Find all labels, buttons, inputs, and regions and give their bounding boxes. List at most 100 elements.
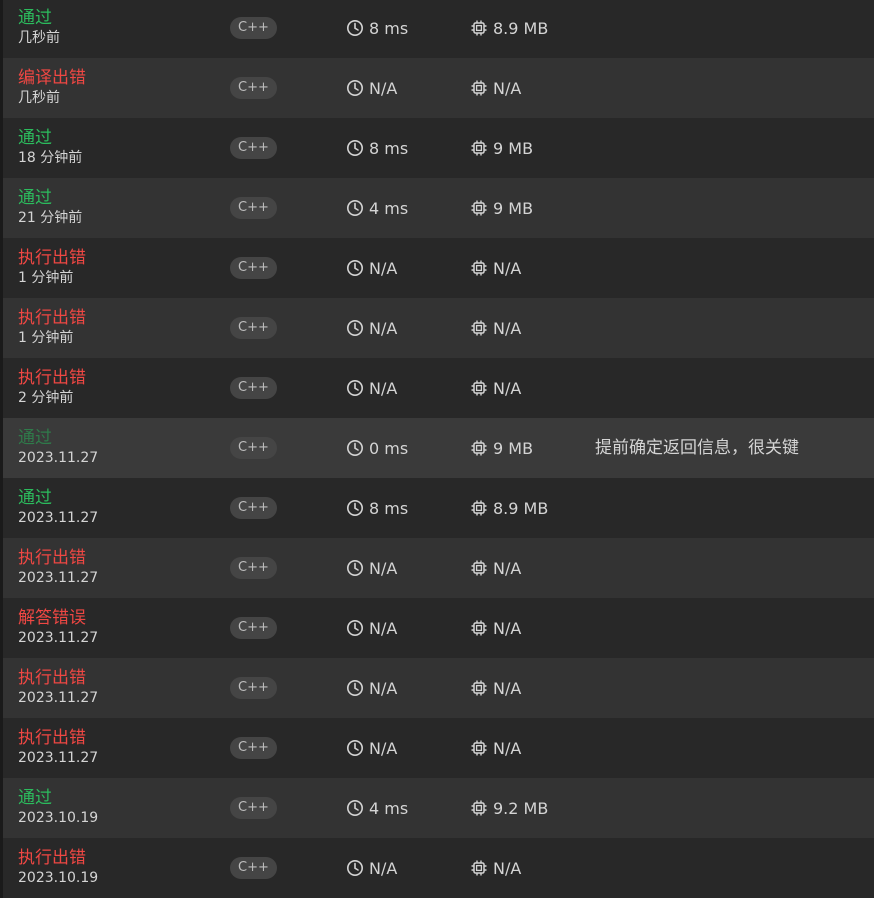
submitted-time: 2023.11.27 [18,630,99,646]
status-label[interactable]: 通过 [18,187,218,209]
memory-cell: N/A [470,317,521,339]
clock-icon [347,680,363,696]
status-cell[interactable]: 执行出错 2023.11.27 [18,667,218,707]
submission-row[interactable]: 执行出错 2023.11.27 C++ N/A N/A [3,718,874,778]
runtime-cell: N/A [346,257,397,279]
status-label[interactable]: 执行出错 [18,247,218,269]
submission-row[interactable]: 通过 2023.10.19 C++ 4 ms 9.2 MB [3,778,874,838]
clock-icon [347,860,363,876]
submission-row[interactable]: 通过 几秒前 C++ 8 ms 8.9 MB [3,0,874,58]
clock-icon [347,80,363,96]
clock-icon [347,740,363,756]
status-label[interactable]: 通过 [18,487,218,509]
language-badge: C++ [230,797,277,819]
status-cell[interactable]: 编译出错 几秒前 [18,67,218,107]
submission-note[interactable]: 提前确定返回信息，很关键 [595,437,799,459]
submission-row[interactable]: 执行出错 2 分钟前 C++ N/A N/A [3,358,874,418]
status-label[interactable]: 执行出错 [18,667,218,689]
memory-value: N/A [493,318,522,338]
cpu-icon [471,680,487,696]
submission-row[interactable]: 解答错误 2023.11.27 C++ N/A N/A [3,598,874,658]
status-label[interactable]: 执行出错 [18,727,218,749]
status-label[interactable]: 编译出错 [18,67,218,89]
status-cell[interactable]: 通过 2023.11.27 [18,487,218,527]
memory-cell: N/A [470,77,521,99]
cpu-icon [471,620,487,636]
cpu-icon [471,500,487,516]
status-cell[interactable]: 执行出错 2023.10.19 [18,847,218,887]
memory-cell: N/A [470,617,521,639]
submission-row[interactable]: 通过 21 分钟前 C++ 4 ms 9 MB [3,178,874,238]
memory-cell: 9 MB [470,197,533,219]
submitted-time: 2023.11.27 [18,570,99,586]
status-cell[interactable]: 通过 21 分钟前 [18,187,218,227]
runtime-value: N/A [369,258,398,278]
runtime-value: N/A [369,378,398,398]
submission-row[interactable]: 通过 2023.11.27 C++ 8 ms 8.9 MB [3,478,874,538]
status-label[interactable]: 解答错误 [18,607,218,629]
runtime-cell: N/A [346,317,397,339]
cpu-icon [471,260,487,276]
runtime-value: 0 ms [369,438,409,458]
status-cell[interactable]: 执行出错 1 分钟前 [18,247,218,287]
cpu-icon [471,140,487,156]
memory-value: N/A [493,858,522,878]
clock-icon [347,440,363,456]
memory-cell: 8.9 MB [470,497,548,519]
runtime-value: N/A [369,738,398,758]
submission-row[interactable]: 执行出错 2023.11.27 C++ N/A N/A [3,658,874,718]
status-cell[interactable]: 执行出错 1 分钟前 [18,307,218,347]
memory-value: 8.9 MB [493,18,549,38]
status-label[interactable]: 通过 [18,787,218,809]
submitted-time: 几秒前 [18,30,60,46]
status-cell[interactable]: 通过 2023.11.27 [18,427,218,467]
submitted-time: 2023.10.19 [18,870,99,886]
status-cell[interactable]: 通过 几秒前 [18,7,218,47]
submission-row[interactable]: 执行出错 2023.11.27 C++ N/A N/A [3,538,874,598]
submission-row[interactable]: 通过 2023.11.27 C++ 0 ms 9 MB 提前确定返回信息，很关键 [3,418,874,478]
runtime-cell: 8 ms [346,497,408,519]
submission-row[interactable]: 执行出错 1 分钟前 C++ N/A N/A [3,238,874,298]
runtime-cell: N/A [346,857,397,879]
status-label[interactable]: 执行出错 [18,367,218,389]
language-badge: C++ [230,617,277,639]
submitted-time: 1 分钟前 [18,330,74,346]
status-cell[interactable]: 通过 2023.10.19 [18,787,218,827]
status-label[interactable]: 通过 [18,127,218,149]
clock-icon [347,620,363,636]
cpu-icon [471,200,487,216]
status-cell[interactable]: 解答错误 2023.11.27 [18,607,218,647]
status-cell[interactable]: 通过 18 分钟前 [18,127,218,167]
submission-row[interactable]: 通过 18 分钟前 C++ 8 ms 9 MB [3,118,874,178]
status-label[interactable]: 通过 [18,427,218,449]
runtime-cell: N/A [346,737,397,759]
memory-value: 8.9 MB [493,498,549,518]
submission-row[interactable]: 执行出错 1 分钟前 C++ N/A N/A [3,298,874,358]
status-label[interactable]: 执行出错 [18,547,218,569]
runtime-value: N/A [369,558,398,578]
language-badge: C++ [230,197,277,219]
cpu-icon [471,440,487,456]
language-badge: C++ [230,77,277,99]
memory-cell: N/A [470,557,521,579]
clock-icon [347,260,363,276]
memory-value: N/A [493,678,522,698]
runtime-cell: N/A [346,557,397,579]
status-cell[interactable]: 执行出错 2 分钟前 [18,367,218,407]
clock-icon [347,320,363,336]
submission-row[interactable]: 编译出错 几秒前 C++ N/A N/A [3,58,874,118]
memory-cell: N/A [470,737,521,759]
runtime-cell: N/A [346,77,397,99]
submitted-time: 2023.10.19 [18,810,99,826]
status-label[interactable]: 执行出错 [18,307,218,329]
status-label[interactable]: 通过 [18,7,218,29]
runtime-value: N/A [369,858,398,878]
submission-list: 通过 几秒前 C++ 8 ms 8.9 MB 编译出错 几秒前 C++ N/A … [3,0,874,898]
submission-row[interactable]: 执行出错 2023.10.19 C++ N/A N/A [3,838,874,898]
status-cell[interactable]: 执行出错 2023.11.27 [18,547,218,587]
status-label[interactable]: 执行出错 [18,847,218,869]
status-cell[interactable]: 执行出错 2023.11.27 [18,727,218,767]
memory-value: N/A [493,78,522,98]
runtime-value: N/A [369,618,398,638]
cpu-icon [471,860,487,876]
